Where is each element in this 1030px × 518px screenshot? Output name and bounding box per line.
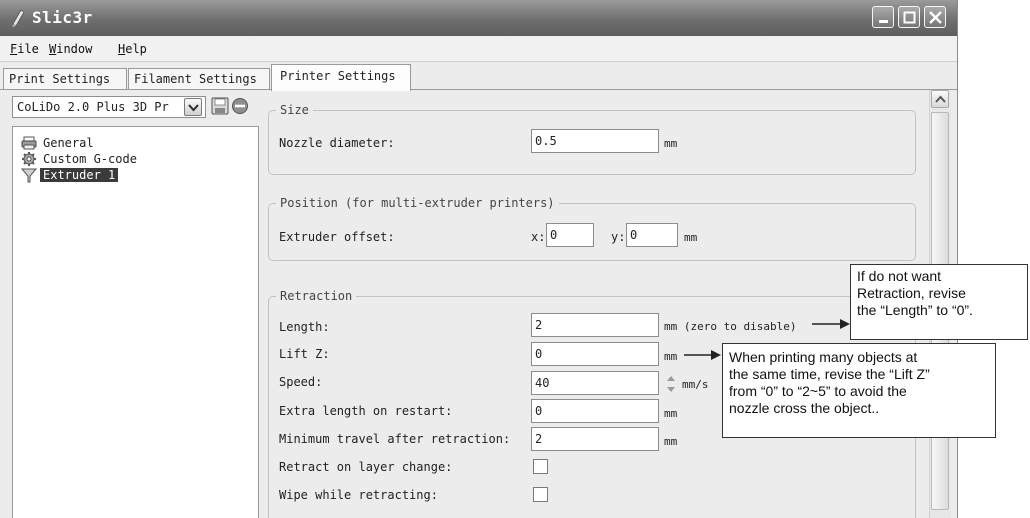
callout-lift-z-line: the same time, revise the “Lift Z” xyxy=(729,366,930,382)
retraction-group-legend: Retraction xyxy=(276,289,357,303)
callout-lift-z-line: When printing many objects at xyxy=(729,349,918,365)
callout-length: If do not want Retraction, revise the “L… xyxy=(850,264,1028,340)
menu-window-label: indow xyxy=(56,42,93,56)
offset-unit: mm xyxy=(684,231,698,244)
menu-help-label: elp xyxy=(125,42,147,56)
min-travel-input[interactable]: 2 xyxy=(531,427,659,451)
callout-lift-z-line: nozzle cross the object.. xyxy=(729,400,880,416)
callout-length-line: If do not want xyxy=(857,268,942,284)
wipe-label: Wipe while retracting: xyxy=(279,488,438,502)
spin-up-icon[interactable] xyxy=(667,376,675,381)
retract-length-input[interactable]: 2 xyxy=(531,313,659,337)
nozzle-diameter-label: Nozzle diameter: xyxy=(279,136,395,150)
offset-y-input[interactable]: 0 xyxy=(626,223,678,247)
printer-icon xyxy=(21,136,37,150)
settings-tabs: Print Settings Filament Settings Printer… xyxy=(0,62,957,91)
retract-layer-change-label: Retract on layer change: xyxy=(279,460,453,474)
tree-item-label: Custom G-code xyxy=(43,152,137,166)
callout-length-line: the “Length” to “0”. xyxy=(857,302,973,318)
wipe-checkbox[interactable] xyxy=(533,487,548,502)
scroll-up-button[interactable] xyxy=(931,90,949,108)
chevron-up-icon xyxy=(935,95,946,103)
lift-z-input[interactable]: 0 xyxy=(531,342,659,366)
gear-icon xyxy=(22,152,36,166)
maximize-icon xyxy=(903,11,916,24)
preset-dropdown[interactable]: CoLiDo 2.0 Plus 3D Pr xyxy=(12,96,206,118)
retract-speed-unit: mm/s xyxy=(682,378,709,391)
offset-x-label: x: xyxy=(531,230,546,244)
tree-item-label: Extruder 1 xyxy=(40,168,119,182)
callout-length-line: Retraction, revise xyxy=(857,285,966,301)
title-bar[interactable]: Slic3r xyxy=(0,0,957,36)
extra-length-unit: mm xyxy=(664,407,678,420)
tree-item-label: General xyxy=(43,136,94,150)
retract-length-unit: mm (zero to disable) xyxy=(664,320,797,333)
minimize-icon xyxy=(879,20,888,23)
retract-length-label: Length: xyxy=(279,320,330,334)
offset-y-label: y: xyxy=(611,230,626,244)
tab-printer-settings[interactable]: Printer Settings xyxy=(271,64,411,91)
window-title: Slic3r xyxy=(32,8,93,27)
close-button[interactable] xyxy=(924,6,946,28)
min-travel-label: Minimum travel after retraction: xyxy=(279,432,511,446)
funnel-icon xyxy=(21,168,37,183)
size-group-legend: Size xyxy=(276,103,313,117)
lift-z-label: Lift Z: xyxy=(279,347,330,361)
delete-preset-icon[interactable] xyxy=(231,97,249,115)
callout-lift-z-line: from “0” to “2~5” to avoid the xyxy=(729,383,907,399)
menu-file[interactable]: File xyxy=(10,42,39,56)
retract-speed-label: Speed: xyxy=(279,375,323,389)
chevron-down-icon xyxy=(188,104,199,112)
speed-spinner[interactable] xyxy=(664,372,678,396)
tab-filament-settings[interactable]: Filament Settings xyxy=(128,68,270,90)
tab-print-settings[interactable]: Print Settings xyxy=(3,68,127,90)
lift-z-unit: mm xyxy=(664,350,678,363)
nozzle-diameter-input[interactable]: 0.5 xyxy=(531,129,659,153)
menu-bar: File Window Help xyxy=(0,36,957,62)
menu-file-label: ile xyxy=(17,42,39,56)
preset-dropdown-button[interactable] xyxy=(184,98,202,116)
nozzle-diameter-unit: mm xyxy=(664,137,678,150)
min-travel-unit: mm xyxy=(664,435,678,448)
slic3r-logo-icon xyxy=(12,9,25,27)
app-window: Slic3r File Window Help Print Settings F… xyxy=(0,0,958,518)
offset-x-input[interactable]: 0 xyxy=(546,223,594,247)
position-group-legend: Position (for multi-extruder printers) xyxy=(276,196,559,210)
callout-lift-z: When printing many objects at the same t… xyxy=(722,343,996,438)
close-icon xyxy=(929,11,942,24)
extra-length-label: Extra length on restart: xyxy=(279,404,453,418)
save-preset-icon[interactable] xyxy=(211,97,229,115)
extra-length-input[interactable]: 0 xyxy=(531,399,659,423)
settings-page-tree: General Custom G-code Extruder 1 xyxy=(12,126,259,518)
maximize-button[interactable] xyxy=(898,6,920,28)
menu-window[interactable]: Window xyxy=(49,42,92,56)
spin-down-icon[interactable] xyxy=(667,387,675,392)
minimize-button[interactable] xyxy=(872,6,894,28)
menu-help[interactable]: Help xyxy=(118,42,147,56)
extruder-offset-label: Extruder offset: xyxy=(279,230,395,244)
retract-speed-input[interactable]: 40 xyxy=(531,371,659,395)
retract-layer-change-checkbox[interactable] xyxy=(533,459,548,474)
